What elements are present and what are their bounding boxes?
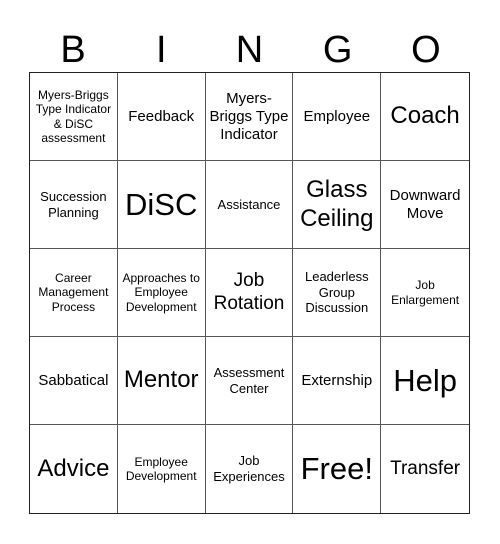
bingo-cell[interactable]: Leaderless Group Discussion — [293, 249, 382, 337]
bingo-grid: Myers-Briggs Type Indicator & DiSC asses… — [29, 72, 470, 514]
bingo-cell[interactable]: Coach — [381, 73, 469, 161]
bingo-cell[interactable]: Employee — [293, 73, 382, 161]
header-letter-b: B — [60, 29, 86, 71]
bingo-cell[interactable]: Employee Development — [118, 425, 206, 513]
header-letter-n: N — [235, 29, 264, 71]
bingo-cell-center[interactable]: Job Rotation — [205, 249, 294, 337]
bingo-cell[interactable]: Advice — [30, 425, 118, 513]
bingo-cell[interactable]: Help — [381, 337, 469, 425]
bingo-cell[interactable]: Assessment Center — [205, 337, 294, 425]
bingo-cell[interactable]: Feedback — [117, 73, 206, 161]
bingo-cell[interactable]: Career Management Process — [30, 249, 118, 337]
bingo-cell[interactable]: Myers-Briggs Type Indicator & DiSC asses… — [30, 73, 118, 161]
bingo-cell[interactable]: Free! — [293, 425, 382, 513]
bingo-cell[interactable]: Externship — [293, 337, 382, 425]
bingo-cell[interactable]: Glass Ceiling — [293, 161, 382, 249]
bingo-cell[interactable]: Sabbatical — [30, 337, 118, 425]
bingo-cell[interactable]: Succession Planning — [30, 161, 118, 249]
header-letter-o: O — [411, 29, 441, 71]
bingo-cell[interactable]: Mentor — [117, 337, 206, 425]
bingo-cell[interactable]: Job Experiences — [206, 425, 294, 513]
bingo-cell[interactable]: Assistance — [205, 161, 294, 249]
bingo-cell[interactable]: Myers-Briggs Type Indicator — [205, 73, 294, 161]
bingo-cell[interactable]: Downward Move — [381, 161, 469, 249]
header-letter-i: I — [156, 29, 167, 71]
bingo-cell[interactable]: Approaches to Employee Development — [117, 249, 206, 337]
bingo-cell[interactable]: Transfer — [381, 425, 469, 513]
bingo-cell[interactable]: Job Enlargement — [381, 249, 469, 337]
bingo-cell[interactable]: DiSC — [117, 161, 206, 249]
header-letter-g: G — [322, 29, 353, 71]
bingo-header: B I N G O — [29, 28, 470, 72]
